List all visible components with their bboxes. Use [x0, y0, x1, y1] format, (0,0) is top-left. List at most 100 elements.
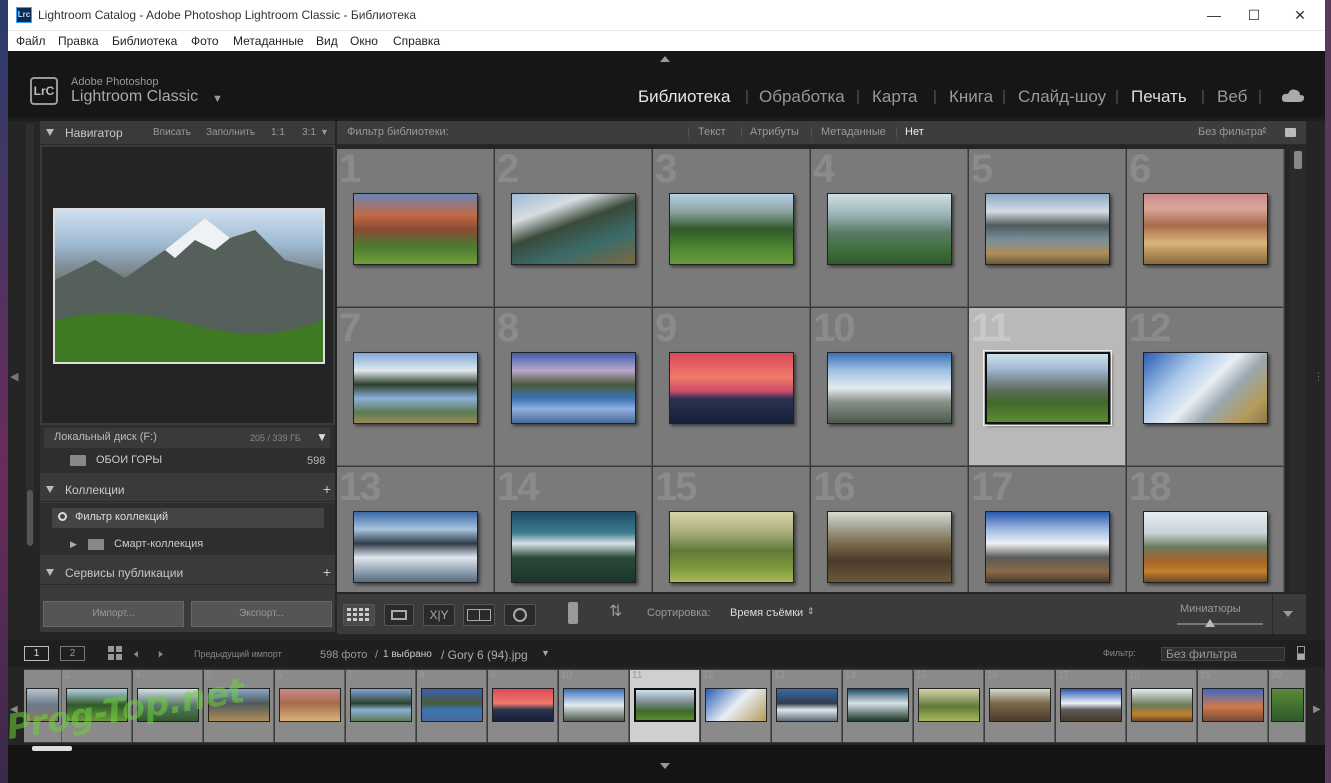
- module-book[interactable]: Книга: [949, 87, 993, 107]
- grid-cell[interactable]: 9: [653, 306, 810, 466]
- people-view-icon[interactable]: [504, 604, 536, 626]
- maximize-button[interactable]: ☐: [1231, 0, 1277, 31]
- grid-cell[interactable]: 8: [495, 306, 652, 466]
- grid-view-icon[interactable]: [343, 604, 375, 626]
- grid-cell[interactable]: 16: [811, 465, 968, 592]
- thumbnail[interactable]: [1143, 511, 1268, 583]
- film-thumbnail[interactable]: [705, 688, 767, 722]
- film-thumbnail[interactable]: [563, 688, 625, 722]
- grid-cell[interactable]: 4: [811, 149, 968, 307]
- back-arrow-icon[interactable]: 🢐: [133, 644, 139, 669]
- module-library[interactable]: Библиотека: [638, 87, 730, 107]
- menu-metadata[interactable]: Метаданные: [233, 34, 304, 48]
- film-cell[interactable]: 7: [346, 670, 416, 742]
- film-cell[interactable]: 15: [914, 670, 984, 742]
- export-button[interactable]: Экспорт...: [191, 601, 332, 627]
- film-cell[interactable]: 18: [1127, 670, 1197, 742]
- film-cell[interactable]: 6: [275, 670, 345, 742]
- collections-header[interactable]: Коллекции +: [40, 478, 335, 502]
- thumbnail-selected[interactable]: [983, 350, 1112, 426]
- film-thumbnail[interactable]: [1271, 688, 1304, 722]
- grid-cell[interactable]: 12: [1127, 306, 1284, 466]
- menu-library[interactable]: Библиотека: [112, 34, 177, 48]
- film-thumbnail-selected[interactable]: [634, 688, 696, 722]
- film-thumbnail[interactable]: [776, 688, 838, 722]
- add-collection-icon[interactable]: +: [323, 481, 331, 497]
- thumbnail[interactable]: [511, 352, 636, 424]
- film-thumbnail[interactable]: [1202, 688, 1264, 722]
- collection-filter[interactable]: Фильтр коллекций: [52, 508, 324, 528]
- sort-direction-icon[interactable]: ⇅: [609, 601, 622, 621]
- left-panel-collapse-icon[interactable]: ◀: [10, 370, 18, 383]
- grid-icon[interactable]: [108, 646, 122, 660]
- film-thumbnail[interactable]: [492, 688, 554, 722]
- film-thumbnail[interactable]: [989, 688, 1051, 722]
- window-1-button[interactable]: 1: [24, 646, 49, 661]
- grid-scroll-track[interactable]: [1290, 149, 1306, 592]
- film-cell[interactable]: 19: [1198, 670, 1268, 742]
- grid-cell[interactable]: 1: [337, 149, 494, 307]
- filter-preset-arrows-icon[interactable]: ⇕: [1261, 126, 1268, 135]
- grid-cell[interactable]: 7: [337, 306, 494, 466]
- source-label[interactable]: Предыдущий импорт: [194, 649, 282, 659]
- forward-arrow-icon[interactable]: 🢒: [158, 644, 164, 669]
- collapse-triangle-icon[interactable]: [46, 569, 54, 576]
- grid-scroll-thumb[interactable]: [1294, 151, 1302, 169]
- cloud-icon[interactable]: [1281, 87, 1305, 103]
- thumbnail[interactable]: [1143, 193, 1268, 265]
- grid-cell[interactable]: 2: [495, 149, 652, 307]
- thumbnail-size-slider[interactable]: [1177, 619, 1263, 627]
- zoom-fit[interactable]: Вписать: [153, 127, 191, 138]
- filter-none[interactable]: Нет: [905, 126, 924, 138]
- folder-name[interactable]: ОБОИ ГОРЫ: [96, 454, 162, 466]
- module-slideshow[interactable]: Слайд-шоу: [1018, 87, 1106, 107]
- expand-triangle-icon[interactable]: ▶: [70, 539, 77, 550]
- filter-attributes[interactable]: Атрибуты: [750, 126, 799, 138]
- grid-cell-selected[interactable]: 11: [969, 306, 1126, 466]
- thumbnail[interactable]: [985, 193, 1110, 265]
- menu-edit[interactable]: Правка: [58, 34, 99, 48]
- thumbnail[interactable]: [827, 193, 952, 265]
- right-panel-grip-icon[interactable]: ⋮: [1313, 370, 1324, 383]
- collapse-triangle-icon[interactable]: [46, 486, 54, 493]
- film-thumbnail[interactable]: [918, 688, 980, 722]
- film-thumbnail[interactable]: [1060, 688, 1122, 722]
- film-thumbnail[interactable]: [279, 688, 341, 722]
- film-thumbnail[interactable]: [421, 688, 483, 722]
- grid-cell[interactable]: 17: [969, 465, 1126, 592]
- thumbnail[interactable]: [669, 511, 794, 583]
- smart-collection-label[interactable]: Смарт-коллекция: [114, 538, 203, 550]
- file-dropdown-icon[interactable]: ▼: [541, 648, 550, 658]
- thumbnail[interactable]: [827, 352, 952, 424]
- zoom-dropdown-icon[interactable]: ▼: [320, 127, 329, 137]
- drive-dropdown-icon[interactable]: ▼: [316, 430, 328, 444]
- grid-cell[interactable]: 6: [1127, 149, 1284, 307]
- spray-can-icon[interactable]: [568, 602, 578, 624]
- film-thumbnail[interactable]: [847, 688, 909, 722]
- navigator-preview[interactable]: [42, 147, 333, 423]
- filter-metadata[interactable]: Метаданные: [821, 126, 886, 138]
- film-cell[interactable]: 17: [1056, 670, 1126, 742]
- sort-select[interactable]: Время съёмки: [730, 607, 803, 619]
- filter-preset[interactable]: Без фильтра: [1198, 126, 1263, 138]
- filmstrip-scroll-right-icon[interactable]: ▶: [1313, 704, 1321, 715]
- thumbnail[interactable]: [511, 511, 636, 583]
- panel-toggle-bottom-icon[interactable]: [660, 763, 670, 769]
- publish-header[interactable]: Сервисы публикации +: [40, 561, 335, 585]
- film-cell[interactable]: 13: [772, 670, 842, 742]
- sort-arrows-icon[interactable]: ⇕: [807, 606, 815, 617]
- filmstrip-filter-select[interactable]: Без фильтра: [1161, 647, 1285, 661]
- film-thumbnail[interactable]: [350, 688, 412, 722]
- grid-cell[interactable]: 13: [337, 465, 494, 592]
- navigator-image[interactable]: [53, 208, 325, 364]
- thumbnail[interactable]: [827, 511, 952, 583]
- panel-toggle-top-icon[interactable]: [660, 56, 670, 62]
- menu-window[interactable]: Окно: [350, 34, 378, 48]
- grid-cell[interactable]: 10: [811, 306, 968, 466]
- film-cell-selected[interactable]: 11: [630, 670, 700, 742]
- toolbar-menu-icon[interactable]: [1283, 611, 1293, 617]
- grid-cell[interactable]: 18: [1127, 465, 1284, 592]
- film-cell[interactable]: 20: [1269, 670, 1306, 742]
- compare-view-icon[interactable]: X|Y: [423, 604, 455, 626]
- film-cell[interactable]: 9: [488, 670, 558, 742]
